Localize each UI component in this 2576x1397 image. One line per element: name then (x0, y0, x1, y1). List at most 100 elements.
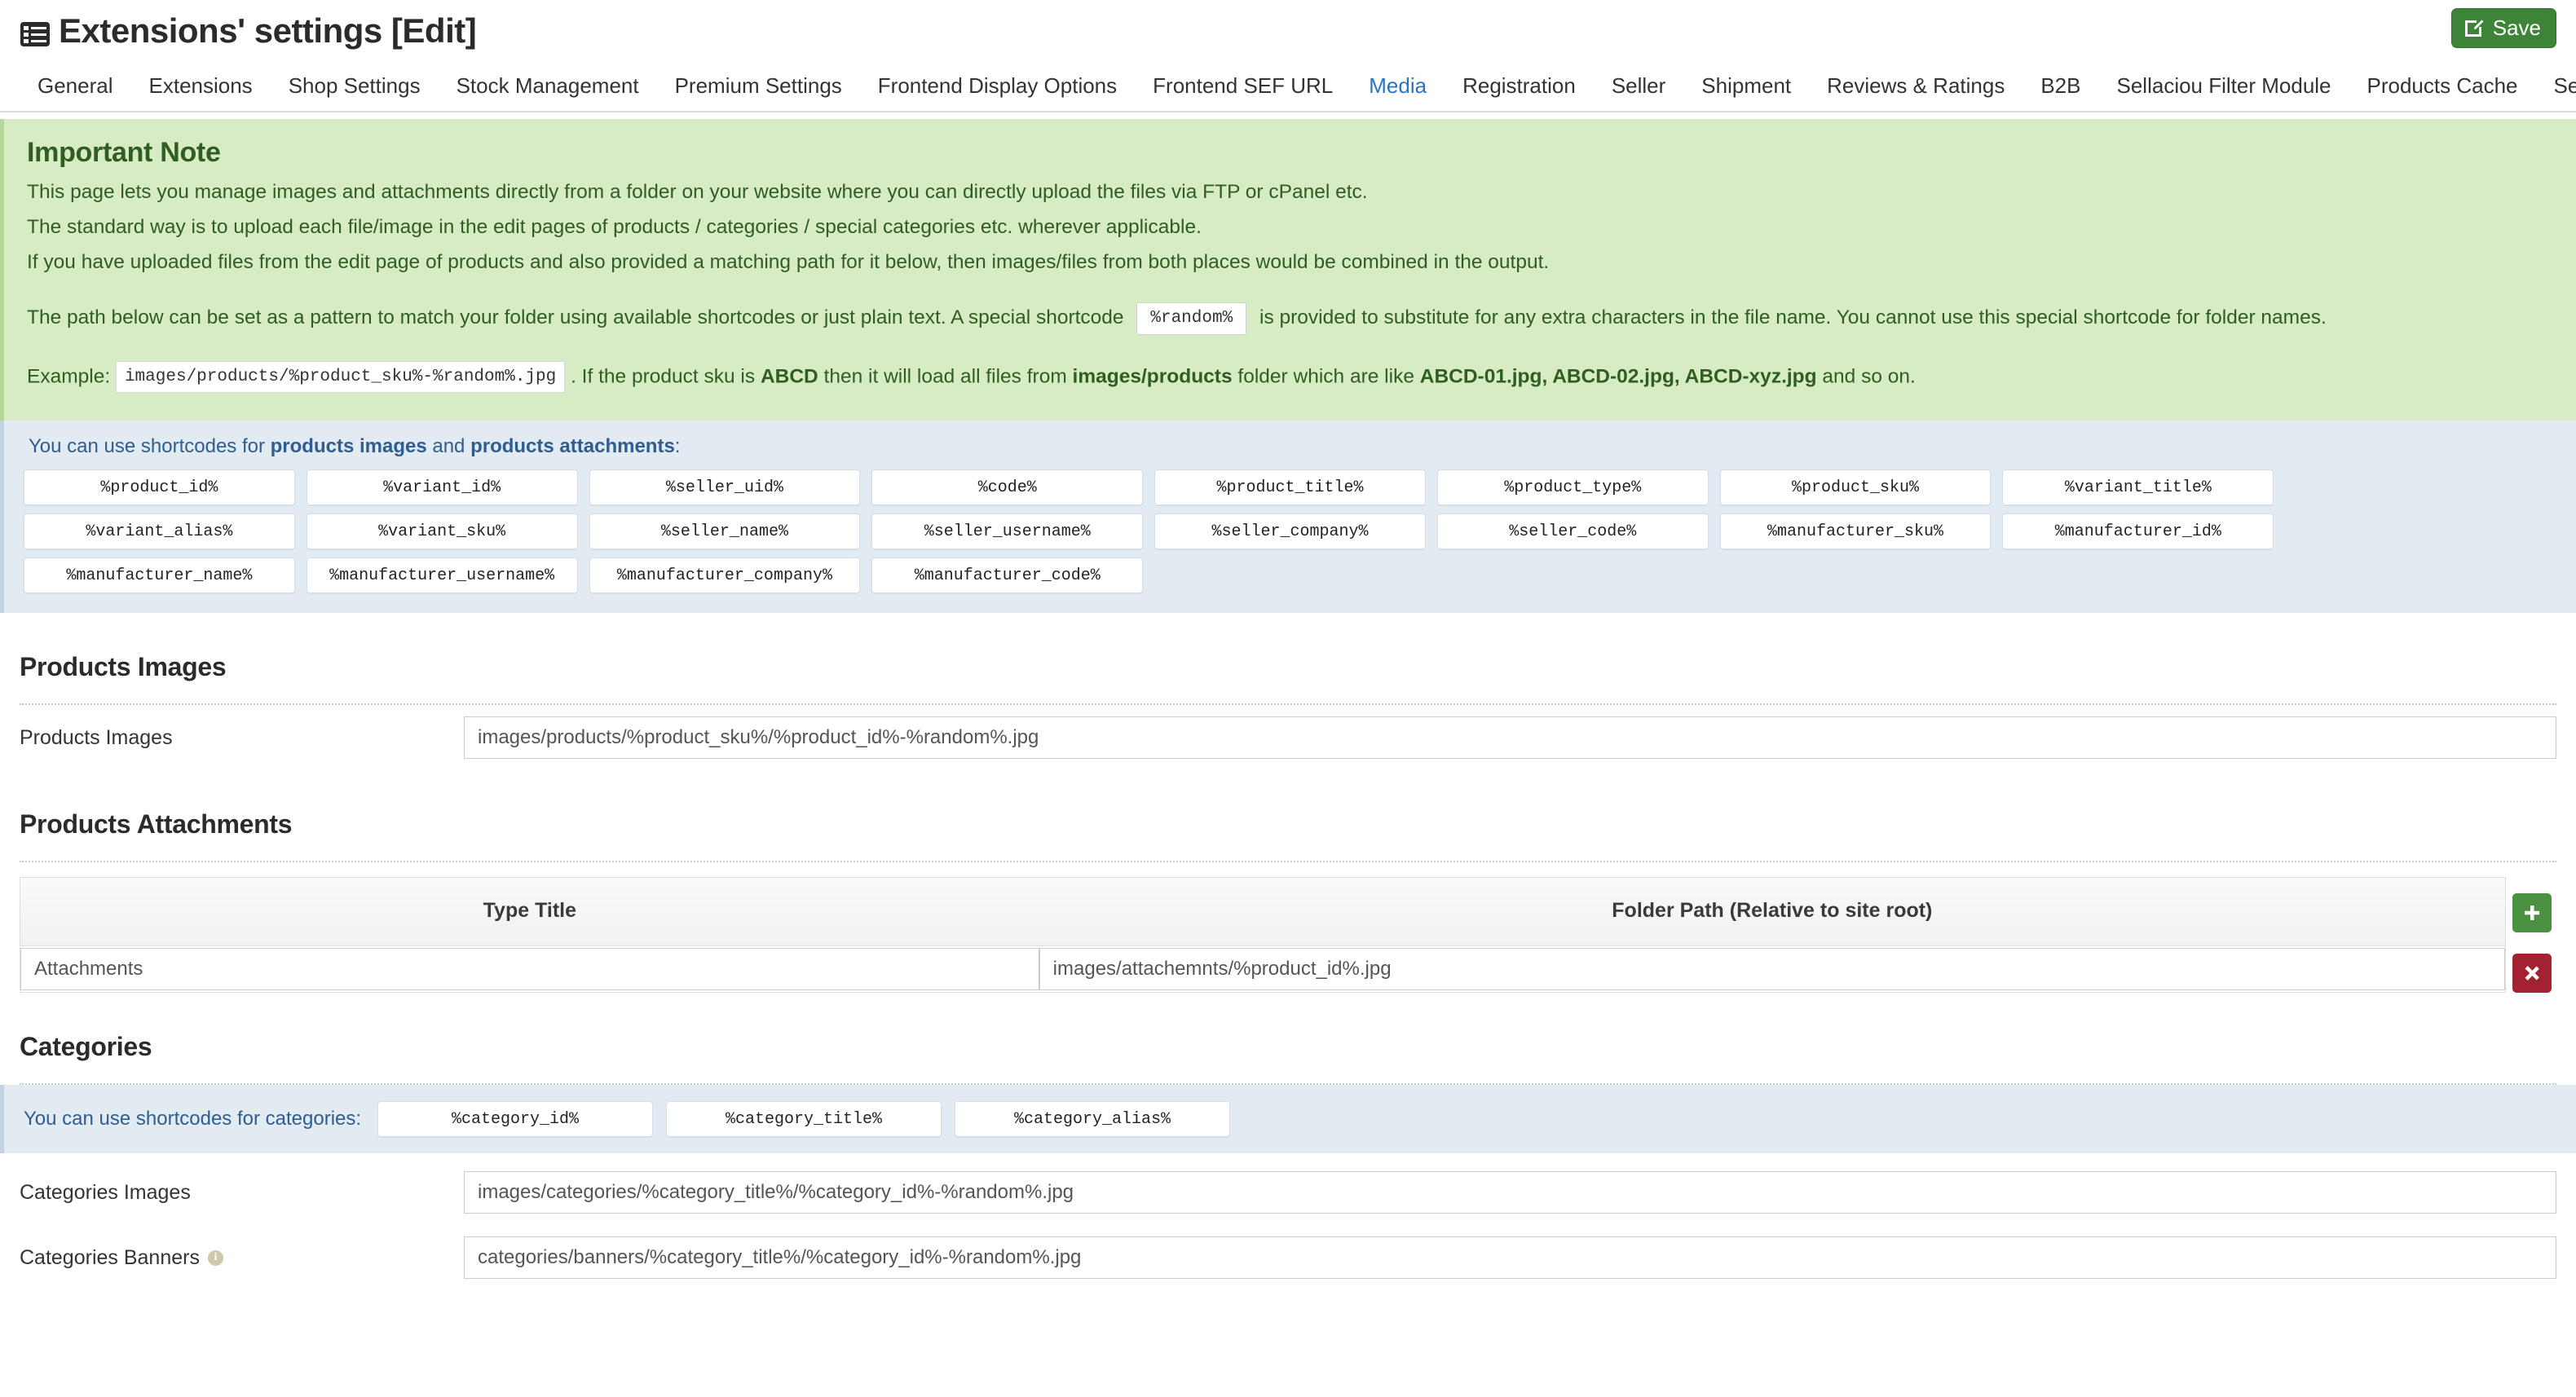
shortcode-chip[interactable]: %manufacturer_code% (871, 557, 1144, 594)
settings-tabbar: General Extensions Shop Settings Stock M… (0, 62, 2576, 112)
example-sku: ABCD (760, 365, 818, 388)
categories-fields: Categories Images Categories Banners i (0, 1153, 2576, 1290)
tab-general[interactable]: General (20, 75, 131, 111)
pattern-text-post: is provided to substitute for any extra … (1259, 306, 2327, 329)
categories-banners-label-text: Categories Banners (20, 1245, 200, 1269)
shortcode-chip[interactable]: %manufacturer_name% (24, 557, 295, 594)
categories-images-label: Categories Images (20, 1180, 191, 1204)
categories-banners-input[interactable] (464, 1236, 2556, 1280)
tab-shipment[interactable]: Shipment (1683, 75, 1809, 111)
save-button[interactable]: Save (2450, 8, 2556, 48)
shortcode-chip[interactable]: %seller_company% (1154, 513, 1426, 550)
shortcode-chip[interactable]: %category_id% (377, 1101, 654, 1138)
shortcodes-intro-post: : (674, 435, 681, 458)
page-header: Extensions' settings [Edit] Save (0, 0, 2576, 62)
products-shortcodes-panel: You can use shortcodes for products imag… (0, 421, 2576, 614)
tab-products-cache[interactable]: Products Cache (2349, 75, 2536, 111)
shortcode-chip[interactable]: %category_title% (666, 1101, 942, 1138)
section-divider (20, 861, 2556, 863)
tab-reviews-ratings[interactable]: Reviews & Ratings (1809, 75, 2022, 111)
tab-seller[interactable]: Seller (1594, 75, 1683, 111)
important-note-heading: Important Note (27, 137, 221, 168)
categories-section: Categories (0, 1032, 2576, 1086)
important-note-panel: Important Note This page lets you manage… (0, 119, 2576, 421)
column-header-folder-path: Folder Path (Relative to site root) (1039, 878, 2505, 946)
page-title: Extensions' settings [Edit] (20, 11, 477, 51)
example-mid-c: folder which are like (1237, 365, 1414, 388)
tab-premium-settings[interactable]: Premium Settings (657, 75, 860, 111)
example-mid-a: . If the product sku is (571, 365, 756, 388)
shortcode-chip[interactable]: %variant_sku% (306, 513, 578, 550)
shortcode-chip[interactable]: %variant_alias% (24, 513, 295, 550)
example-line: Example: images/products/%product_sku%-%… (27, 360, 2553, 394)
shortcode-chip[interactable]: %manufacturer_company% (589, 557, 861, 594)
categories-images-field-row: Categories Images (20, 1153, 2556, 1225)
tab-frontend-sef-url[interactable]: Frontend SEF URL (1135, 75, 1351, 111)
shortcode-chip[interactable]: %product_type% (1436, 469, 1709, 506)
tab-b2b[interactable]: B2B (2022, 75, 2098, 111)
shortcodes-intro-bold-b: products attachments (470, 435, 675, 458)
attachment-type-title-input[interactable] (20, 948, 1039, 991)
categories-shortcodes-label: You can use shortcodes for categories: (24, 1108, 362, 1130)
tab-frontend-display-options[interactable]: Frontend Display Options (860, 75, 1135, 111)
attachment-folder-path-input[interactable] (1039, 948, 2505, 991)
plus-icon (2522, 903, 2542, 923)
example-end: and so on. (1822, 365, 1916, 388)
tab-shop-settings[interactable]: Shop Settings (271, 75, 439, 111)
shortcode-chip[interactable]: %manufacturer_sku% (1719, 513, 1992, 550)
shortcode-chip[interactable]: %variant_id% (306, 469, 578, 506)
products-attachments-heading: Products Attachments (20, 809, 293, 840)
random-shortcode-chip[interactable]: %random% (1136, 302, 1247, 335)
add-attachment-row-button[interactable] (2512, 893, 2552, 933)
example-code: images/products/%product_sku%-%random%.j… (115, 360, 566, 394)
cross-icon (2522, 963, 2542, 983)
tab-stock-management[interactable]: Stock Management (439, 75, 657, 111)
tab-sellaciou-filter-module[interactable]: Sellaciou Filter Module (2099, 75, 2349, 111)
cell-type-title (20, 946, 1039, 993)
shortcode-chip[interactable]: %seller_uid% (589, 469, 861, 506)
pattern-explanation: The path below can be set as a pattern t… (27, 302, 2553, 335)
categories-images-input[interactable] (464, 1171, 2556, 1214)
tab-media[interactable]: Media (1351, 75, 1445, 111)
tab-registration[interactable]: Registration (1445, 75, 1594, 111)
tab-sellacious-mailer[interactable]: Sellacious Mailer (2536, 75, 2576, 111)
products-images-field-row: Products Images (20, 705, 2556, 770)
grid-spacer (2285, 469, 2556, 505)
edit-pencil-icon (2464, 16, 2486, 38)
shortcode-chip[interactable]: %seller_name% (589, 513, 861, 550)
tab-extensions[interactable]: Extensions (131, 75, 271, 111)
important-note-line-1: This page lets you manage images and att… (27, 181, 1368, 203)
shortcode-chip[interactable]: %manufacturer_username% (306, 557, 578, 594)
shortcodes-intro-pre: You can use shortcodes for (29, 435, 271, 458)
shortcode-chip[interactable]: %seller_code% (1436, 513, 1709, 550)
shortcode-chip[interactable]: %code% (871, 469, 1144, 506)
categories-heading: Categories (20, 1032, 152, 1062)
attachments-actions-column (2506, 877, 2556, 994)
shortcode-chip[interactable]: %seller_username% (871, 513, 1144, 550)
cell-folder-path (1039, 946, 2505, 993)
example-files: ABCD-01.jpg, ABCD-02.jpg, ABCD-xyz.jpg (1419, 365, 1817, 388)
categories-shortcodes-list: %category_id% %category_title% %category… (377, 1101, 1231, 1138)
categories-shortcodes-panel: You can use shortcodes for categories: %… (0, 1085, 2576, 1154)
shortcode-chip[interactable]: %manufacturer_id% (2002, 513, 2274, 550)
shortcode-chip[interactable]: %variant_title% (2002, 469, 2274, 506)
delete-attachment-row-button[interactable] (2512, 954, 2552, 994)
column-header-type-title: Type Title (20, 878, 1039, 946)
save-button-label: Save (2492, 15, 2541, 40)
attachments-table-wrap: Type Title Folder Path (Relative to site… (20, 877, 2556, 994)
products-shortcodes-label: You can use shortcodes for products imag… (29, 435, 2556, 458)
shortcode-chip[interactable]: %category_alias% (955, 1101, 1231, 1138)
products-images-input[interactable] (464, 716, 2556, 760)
attachments-table: Type Title Folder Path (Relative to site… (20, 877, 2506, 994)
shortcodes-intro-mid: and (426, 435, 471, 458)
products-images-section: Products Images Products Images (0, 652, 2576, 770)
shortcode-chip[interactable]: %product_id% (24, 469, 295, 506)
shortcode-chip[interactable]: %product_sku% (1719, 469, 1992, 506)
categories-banners-label: Categories Banners i (20, 1246, 464, 1270)
important-note-line-3: If you have uploaded files from the edit… (27, 250, 1550, 273)
products-attachments-section: Products Attachments Type Title Folder P… (0, 809, 2576, 994)
shortcode-chip[interactable]: %product_title% (1154, 469, 1426, 506)
info-icon[interactable]: i (207, 1249, 223, 1266)
products-shortcodes-grid: %product_id% %variant_id% %seller_uid% %… (24, 469, 2556, 594)
table-row (20, 946, 2505, 993)
